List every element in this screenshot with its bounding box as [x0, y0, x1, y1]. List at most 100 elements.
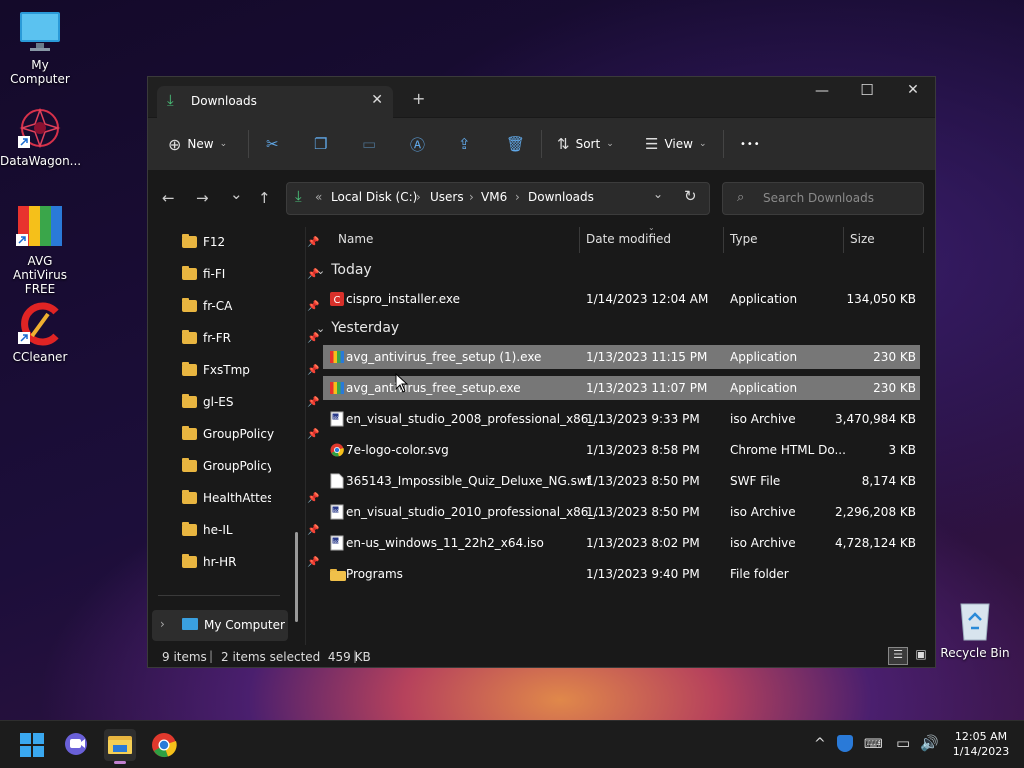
nav-item[interactable]: gl-ES 📌 — [182, 392, 319, 412]
file-row[interactable]: Programs 1/13/2023 9:40 PM File folder — [323, 562, 920, 586]
file-row[interactable]: 7e-logo-color.svg 1/13/2023 8:58 PM Chrome… — [323, 438, 920, 462]
delete-button[interactable]: 🗑 — [506, 132, 531, 156]
file-row[interactable]: iso en_visual_studio_2010_professional_x8… — [323, 500, 920, 524]
desktop-icon-recycle-bin[interactable]: Recycle Bin — [935, 598, 1015, 660]
svg-text:C: C — [334, 295, 341, 306]
breadcrumb-local-disk[interactable]: Local Disk (C:) — [331, 190, 417, 204]
nav-item-label: fr-FR — [203, 331, 231, 345]
column-divider[interactable] — [923, 227, 924, 253]
file-row[interactable]: 365143_Impossible_Quiz_Deluxe_NG.swf 1/13… — [323, 469, 920, 493]
column-header-type[interactable]: Type — [730, 232, 758, 246]
command-bar: ⊕ New ⌄ ✂ ❐ ▭ Ⓐ ⇪ 🗑 ⇅ Sort ⌄ ☰ View ⌄ ••… — [148, 118, 935, 170]
close-button[interactable]: ✕ — [890, 82, 936, 98]
sort-button[interactable]: ⇅ Sort ⌄ — [557, 132, 614, 156]
folder-icon — [182, 330, 197, 344]
paste-button[interactable]: ▭ — [362, 132, 382, 156]
desktop-icon-avg[interactable]: AVG AntiVirus FREE — [0, 202, 80, 296]
network-icon[interactable]: ▭ — [896, 734, 910, 752]
copy-button[interactable]: ❐ — [314, 132, 333, 156]
file-row[interactable]: avg_antivirus_free_setup (1).exe 1/13/202… — [323, 345, 920, 369]
group-header-yesterday[interactable]: ⌄ Yesterday — [316, 320, 399, 336]
folder-icon — [182, 298, 197, 312]
desktop-icon-my-computer[interactable]: My Computer — [0, 10, 80, 86]
teams-chat-button[interactable] — [60, 729, 92, 761]
file-row[interactable]: iso en-us_windows_11_22h2_x64.iso 1/13/202… — [323, 531, 920, 555]
close-tab-icon[interactable]: ✕ — [371, 92, 383, 108]
nav-item[interactable]: GroupPolicyU📌 — [182, 456, 292, 476]
file-type: Chrome HTML Do... — [730, 443, 846, 457]
column-header-name[interactable]: Name — [338, 232, 373, 246]
nav-scrollbar[interactable] — [295, 532, 298, 622]
nav-item-label: F12 — [203, 235, 226, 249]
file-date-modified: 1/13/2023 11:15 PM — [586, 350, 708, 364]
desktop-icon-datawagon[interactable]: DataWagon... — [0, 106, 81, 168]
volume-icon[interactable]: 🔊 — [920, 734, 939, 752]
nav-item[interactable]: GroupPolicy 📌 — [182, 424, 319, 444]
breadcrumb-downloads[interactable]: Downloads — [528, 190, 594, 204]
more-button[interactable]: ••• — [740, 132, 761, 156]
up-button[interactable]: ↑ — [258, 189, 271, 207]
iso-icon: iso — [330, 535, 344, 551]
recent-button[interactable]: ⌄ — [230, 185, 243, 203]
nav-item[interactable]: hr-HR 📌 — [182, 552, 319, 572]
group-header-today[interactable]: ⌄ Today — [316, 262, 372, 278]
nav-item[interactable]: he-IL 📌 — [182, 520, 319, 540]
share-button[interactable]: ⇪ — [458, 132, 477, 156]
tiles-view-button[interactable]: ▣ — [911, 647, 931, 665]
nav-item[interactable]: fi-FI 📌 — [182, 264, 319, 284]
file-row[interactable]: Ccispro_installer.exe 1/14/2023 12:04 AM A… — [323, 287, 920, 311]
search-input[interactable]: ⌕ Search Downloads — [722, 182, 924, 215]
column-divider[interactable] — [723, 227, 724, 253]
desktop-icon-ccleaner[interactable]: CCleaner — [0, 302, 80, 364]
minimize-button[interactable]: — — [799, 83, 845, 99]
breadcrumb-overflow[interactable]: « — [315, 190, 322, 204]
divider — [723, 130, 724, 158]
file-row[interactable]: iso en_visual_studio_2008_professional_x8… — [323, 407, 920, 431]
breadcrumb-vm6[interactable]: VM6 — [481, 190, 507, 204]
column-divider[interactable] — [843, 227, 844, 253]
selection-summary: 2 items selected 459 KB — [221, 650, 371, 664]
tab-downloads[interactable]: ⤓ Downloads ✕ — [157, 86, 393, 118]
new-tab-button[interactable]: + — [412, 89, 425, 108]
file-type: Application — [730, 381, 798, 395]
pin-icon: 📌 — [307, 396, 320, 408]
file-row[interactable]: avg_antivirus_free_setup.exe 1/13/2023 11… — [323, 376, 920, 400]
folder-icon — [182, 554, 197, 568]
cut-button[interactable]: ✂ — [266, 132, 285, 156]
column-divider[interactable] — [579, 227, 580, 253]
back-button[interactable]: ← — [162, 189, 175, 207]
nav-item[interactable]: fr-CA 📌 — [182, 296, 319, 316]
nav-divider — [158, 595, 280, 596]
column-header-date[interactable]: Date modified — [586, 232, 671, 246]
new-button[interactable]: ⊕ New ⌄ — [168, 132, 227, 156]
iso-icon: iso — [330, 411, 344, 427]
forward-button[interactable]: → — [196, 189, 209, 207]
nav-item[interactable]: F12 📌 — [182, 232, 319, 252]
show-hidden-icons-button[interactable]: ^ — [814, 736, 826, 752]
address-dropdown-icon[interactable]: ⌄ — [653, 187, 663, 201]
nav-item-my-computer[interactable]: › My Computer — [152, 610, 288, 641]
clock[interactable]: 12:05 AM 1/14/2023 — [948, 729, 1014, 759]
breadcrumb-users[interactable]: Users — [430, 190, 464, 204]
download-icon: ⤓ — [167, 91, 174, 109]
download-icon: ⤓ — [295, 187, 302, 205]
nav-item[interactable]: fr-FR 📌 — [182, 328, 319, 348]
view-button[interactable]: ☰ View ⌄ — [645, 132, 706, 156]
svg-text:iso: iso — [333, 508, 339, 513]
refresh-button[interactable]: ↻ — [684, 187, 697, 205]
nav-item[interactable]: FxsTmp 📌 — [182, 360, 319, 380]
rename-button[interactable]: Ⓐ — [410, 132, 431, 156]
start-button[interactable] — [16, 729, 48, 761]
file-type: Application — [730, 350, 798, 364]
file-explorer-taskbar-button[interactable] — [104, 729, 136, 764]
file-name: en_visual_studio_2008_professional_x86_.… — [346, 412, 606, 426]
share-icon: ⇪ — [458, 135, 471, 153]
details-view-button[interactable]: ☰ — [888, 647, 908, 665]
defender-icon[interactable] — [837, 735, 853, 752]
column-header-size[interactable]: Size — [850, 232, 875, 246]
trash-icon: 🗑 — [506, 135, 526, 153]
maximize-button[interactable]: ☐ — [844, 81, 890, 99]
chrome-taskbar-button[interactable] — [148, 729, 180, 761]
keyboard-icon[interactable]: ⌨ — [864, 737, 883, 752]
nav-item[interactable]: HealthAttesta 📌 — [182, 488, 319, 508]
